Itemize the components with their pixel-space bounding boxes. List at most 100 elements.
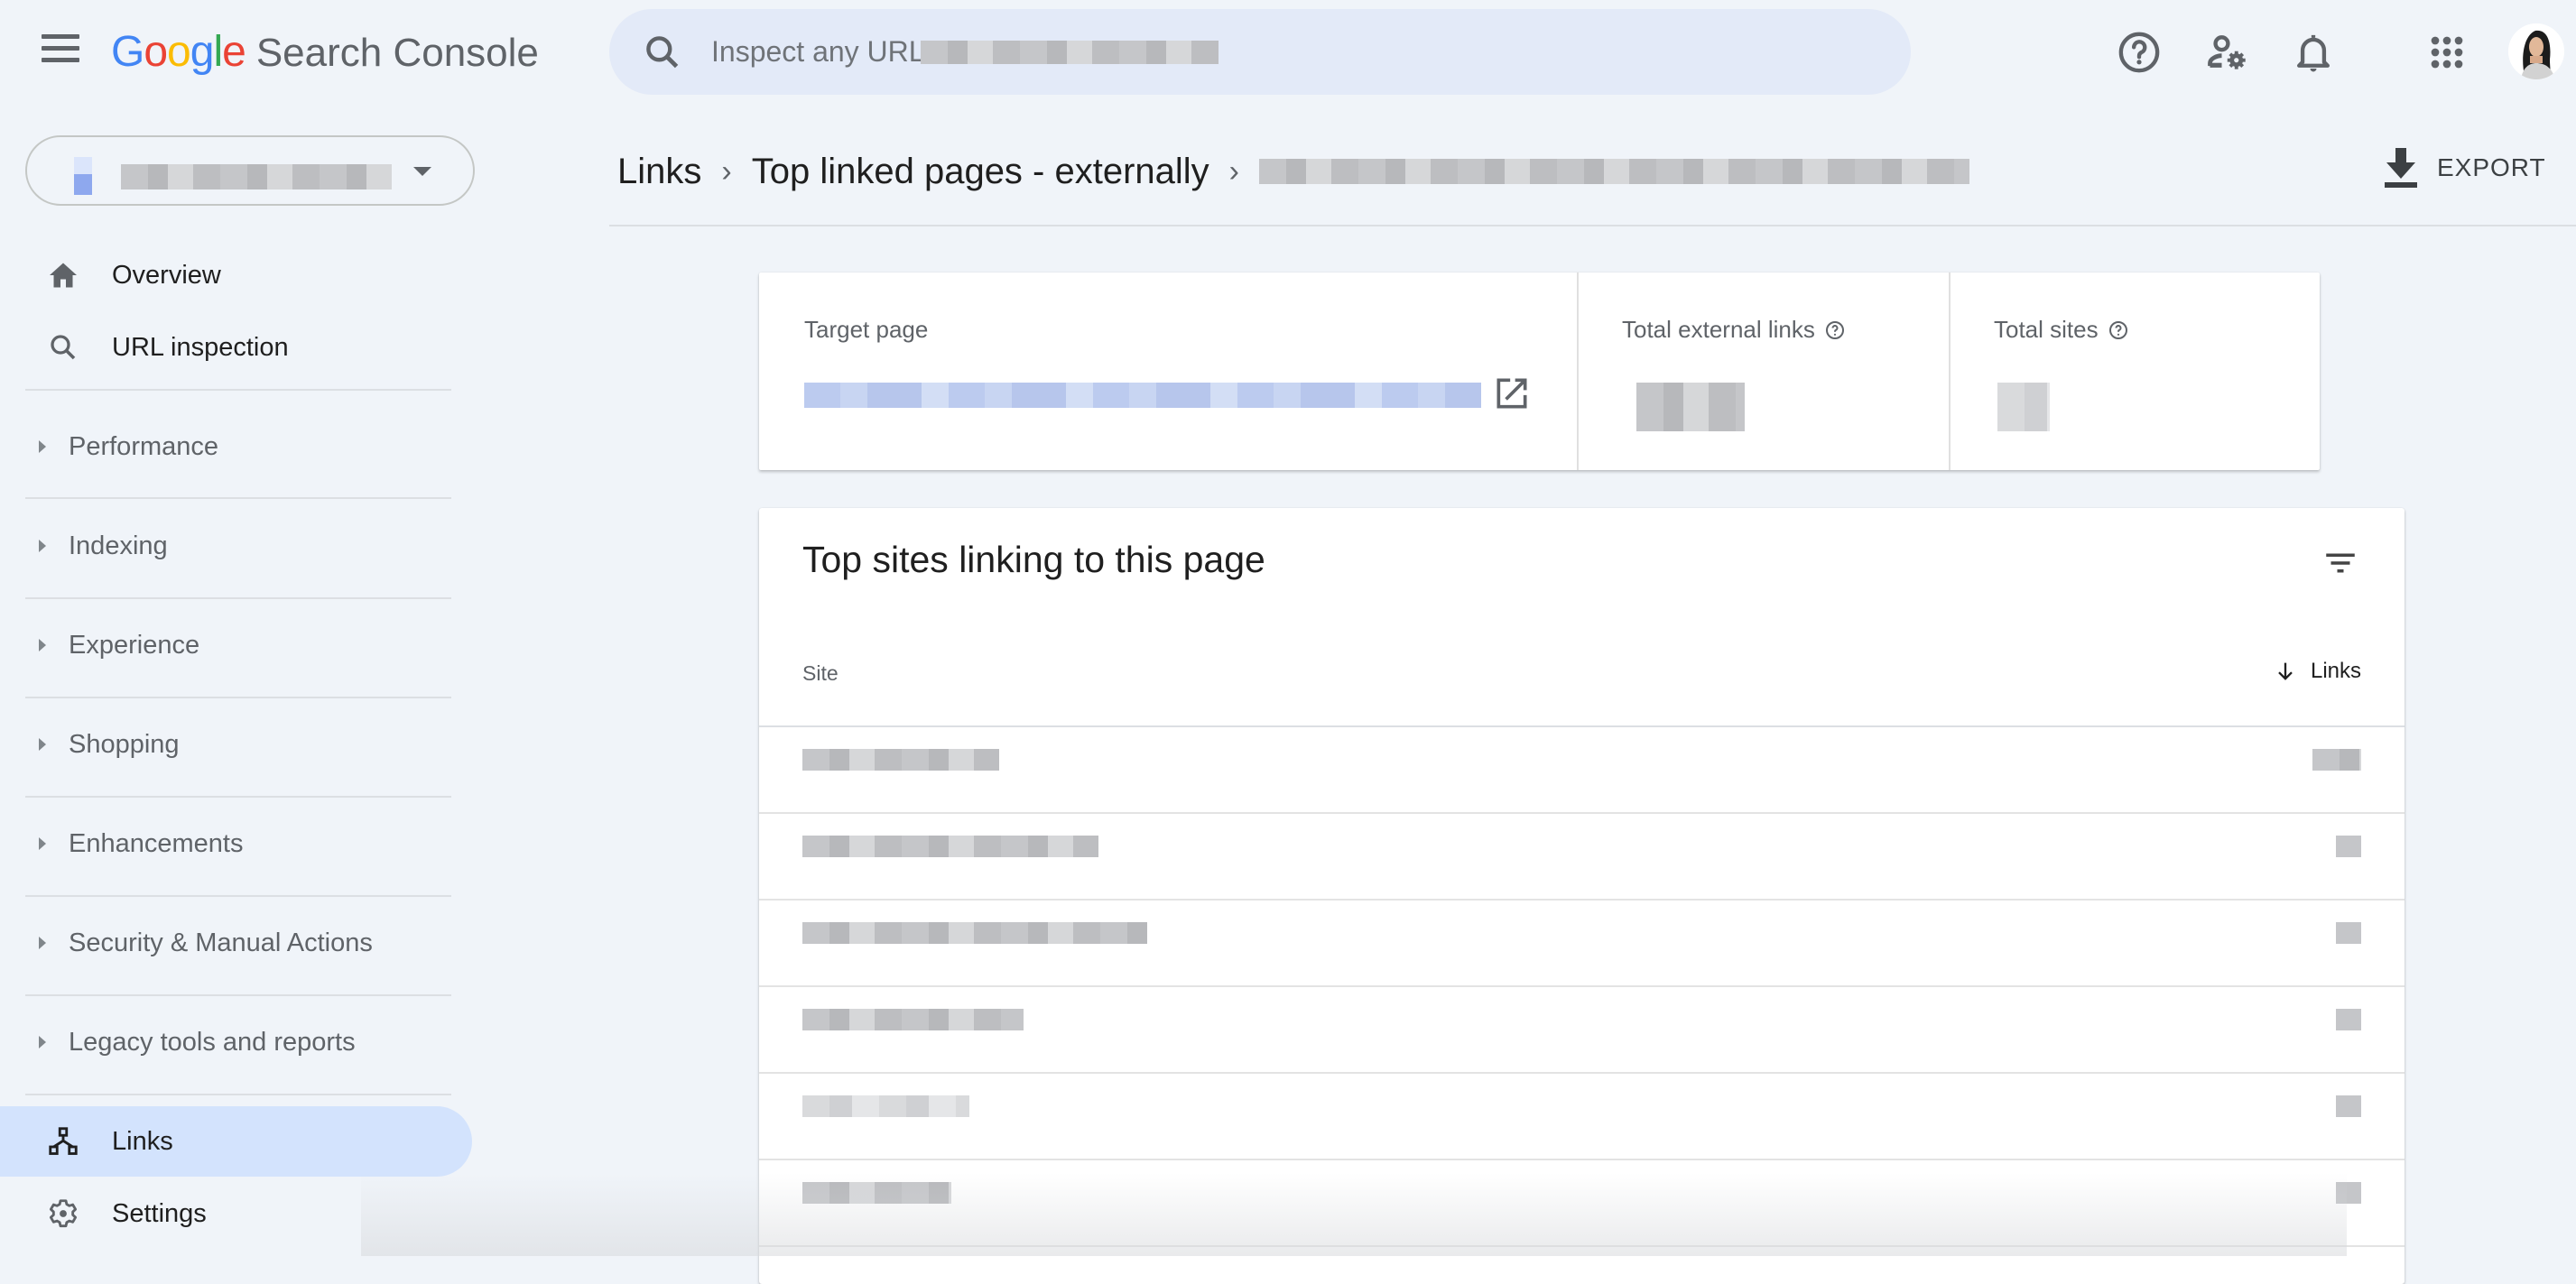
sidebar-section-label: Shopping <box>69 729 180 759</box>
google-wordmark-letter: g <box>190 28 215 76</box>
manage-users-icon[interactable] <box>2204 29 2251 76</box>
sidebar-divider <box>25 597 451 599</box>
apps-icon[interactable] <box>2423 29 2470 76</box>
sidebar-divider <box>25 389 451 391</box>
table-row[interactable] <box>759 727 2405 814</box>
dropdown-caret-icon <box>413 167 431 176</box>
help-icon[interactable] <box>2116 29 2163 76</box>
expand-arrow-icon <box>39 1036 46 1048</box>
sidebar-section-label: Indexing <box>69 531 168 560</box>
site-cell-redacted <box>802 1182 951 1204</box>
column-header-links-label: Links <box>2310 659 2361 683</box>
site-cell-redacted <box>802 922 1147 944</box>
summary-card: Target page Total external links Total s… <box>759 273 2320 470</box>
help-icon[interactable] <box>1824 319 1846 341</box>
expand-arrow-icon <box>39 738 46 751</box>
expand-arrow-icon <box>39 440 46 453</box>
product-name: Search Console <box>255 31 539 75</box>
expand-arrow-icon <box>39 937 46 949</box>
open-in-new-icon[interactable] <box>1492 374 1532 413</box>
sidebar-section-indexing[interactable]: Indexing <box>0 511 451 581</box>
menu-icon-bar <box>42 46 79 51</box>
sidebar-item-settings[interactable]: Settings <box>0 1178 472 1249</box>
site-cell-redacted <box>802 1009 1024 1030</box>
links-count-cell-redacted <box>2336 1009 2361 1030</box>
sidebar-section-security[interactable]: Security & Manual Actions <box>0 908 451 978</box>
sidebar-item-label: Settings <box>112 1198 207 1228</box>
search-icon <box>51 335 76 360</box>
sidebar-divider <box>25 796 451 798</box>
sidebar-section-label: Security & Manual Actions <box>69 928 373 957</box>
url-inspection-search[interactable] <box>609 9 1911 95</box>
sidebar-section-shopping[interactable]: Shopping <box>0 709 451 780</box>
site-cell-redacted <box>802 749 999 771</box>
chevron-right-icon: › <box>1228 153 1239 189</box>
table-row[interactable] <box>759 1074 2405 1160</box>
search-input[interactable] <box>709 34 930 69</box>
links-count-cell-redacted <box>2336 922 2361 944</box>
target-page-label-text: Target page <box>804 316 929 343</box>
search-icon <box>646 35 679 68</box>
table-row[interactable] <box>759 987 2405 1074</box>
table-row[interactable] <box>759 814 2405 901</box>
sidebar-section-label: Legacy tools and reports <box>69 1027 356 1057</box>
avatar[interactable] <box>2508 23 2564 79</box>
sidebar-section-legacy-tools[interactable]: Legacy tools and reports <box>0 1007 451 1077</box>
table-row[interactable] <box>759 901 2405 987</box>
links-count-cell-redacted <box>2336 836 2361 857</box>
help-icon[interactable] <box>2108 319 2129 341</box>
property-favicon <box>74 157 92 195</box>
links-icon <box>49 1127 78 1155</box>
sidebar-section-enhancements[interactable]: Enhancements <box>0 808 451 879</box>
sidebar-divider <box>25 497 451 499</box>
breadcrumb: Links › Top linked pages - externally › <box>617 144 1969 199</box>
sidebar-section-label: Enhancements <box>69 828 244 858</box>
menu-icon-bar <box>42 34 79 39</box>
total-external-links-label: Total external links <box>1622 316 1846 344</box>
sidebar-divider <box>25 994 451 996</box>
total-external-links-column: Total external links <box>1577 273 1951 470</box>
export-button[interactable]: EXPORT <box>2383 144 2546 191</box>
sidebar-section-performance[interactable]: Performance <box>0 411 451 482</box>
google-wordmark-letter: e <box>222 28 246 76</box>
total-external-links-label-text: Total external links <box>1622 316 1815 343</box>
breadcrumb-top-linked-pages[interactable]: Top linked pages - externally <box>752 152 1209 192</box>
sidebar-item-url-inspection[interactable]: URL inspection <box>0 312 472 383</box>
sidebar-divider <box>25 697 451 698</box>
column-header-links[interactable]: Links <box>2273 658 2361 685</box>
avatar-image <box>2508 23 2564 79</box>
sidebar-section-experience[interactable]: Experience <box>0 610 451 680</box>
sidebar-item-links[interactable]: Links <box>0 1106 472 1177</box>
property-name-redacted <box>121 164 392 189</box>
sidebar-item-label: Overview <box>112 260 221 290</box>
filter-icon[interactable] <box>2321 544 2359 582</box>
target-page-label: Target page <box>804 316 928 344</box>
site-cell-redacted <box>802 1095 969 1117</box>
target-page-url-redacted[interactable] <box>804 383 1481 408</box>
sort-descending-arrow-icon <box>2278 662 2293 680</box>
sidebar-item-overview[interactable]: Overview <box>0 240 472 310</box>
column-header-site[interactable]: Site <box>802 661 839 686</box>
download-icon <box>2385 148 2417 188</box>
site-cell-redacted <box>802 836 1098 857</box>
table-row[interactable] <box>759 1160 2405 1247</box>
table-title: Top sites linking to this page <box>802 539 1265 580</box>
sidebar-section-label: Experience <box>69 630 200 660</box>
google-wordmark-letter: l <box>213 28 223 76</box>
target-page-column: Target page <box>759 273 1577 470</box>
settings-icon <box>49 1199 78 1228</box>
breadcrumb-current-page-redacted <box>1259 159 1969 184</box>
main-menu-button[interactable] <box>42 34 79 70</box>
notifications-icon[interactable] <box>2290 29 2337 76</box>
google-wordmark-letter: o <box>167 28 191 76</box>
expand-arrow-icon <box>39 837 46 850</box>
sidebar-item-label: URL inspection <box>112 332 289 362</box>
google-wordmark-letter: G <box>111 28 144 76</box>
breadcrumb-links[interactable]: Links <box>617 152 701 192</box>
top-sites-table-card: Top sites linking to this page Site Link… <box>759 508 2405 1284</box>
export-label: EXPORT <box>2437 153 2546 181</box>
expand-arrow-icon <box>39 639 46 651</box>
total-sites-value-redacted <box>1997 383 2050 431</box>
app-logo[interactable]: Google Search Console <box>111 27 539 81</box>
property-selector[interactable] <box>25 135 475 206</box>
